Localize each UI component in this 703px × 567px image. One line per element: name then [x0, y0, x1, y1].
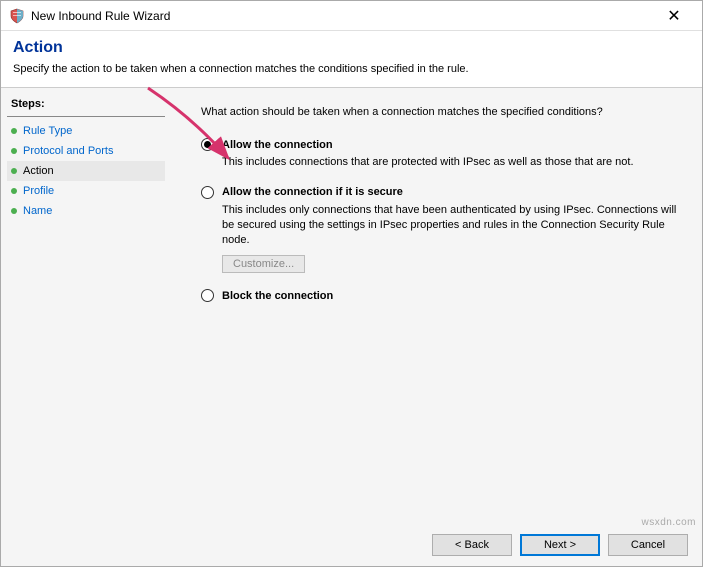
- sidebar-item-label: Profile: [23, 185, 54, 197]
- option-block-label: Block the connection: [222, 290, 333, 302]
- customize-button: Customize...: [222, 255, 305, 273]
- option-allow-secure-label: Allow the connection if it is secure: [222, 186, 403, 198]
- sidebar-item-label: Action: [23, 165, 54, 177]
- page-header: Action Specify the action to be taken wh…: [1, 31, 702, 87]
- step-bullet-icon: [11, 168, 17, 174]
- steps-heading: Steps:: [7, 96, 165, 117]
- option-allow-row[interactable]: Allow the connection: [201, 138, 680, 151]
- window-title: New Inbound Rule Wizard: [31, 9, 170, 23]
- option-allow-desc: This includes connections that are prote…: [222, 155, 680, 170]
- radio-allow[interactable]: [201, 138, 214, 151]
- watermark: wsxdn.com: [641, 517, 696, 528]
- option-block-row[interactable]: Block the connection: [201, 289, 680, 302]
- firewall-shield-icon: [9, 8, 25, 24]
- page-title: Action: [13, 39, 690, 57]
- radio-block[interactable]: [201, 289, 214, 302]
- steps-sidebar: Steps: Rule Type Protocol and Ports Acti…: [1, 88, 171, 524]
- step-bullet-icon: [11, 128, 17, 134]
- sidebar-item-name[interactable]: Name: [7, 201, 165, 221]
- sidebar-item-profile[interactable]: Profile: [7, 181, 165, 201]
- radio-allow-secure[interactable]: [201, 186, 214, 199]
- option-allow-label: Allow the connection: [222, 139, 333, 151]
- sidebar-item-label: Name: [23, 205, 52, 217]
- next-button[interactable]: Next >: [520, 534, 600, 556]
- option-allow: Allow the connection This includes conne…: [201, 138, 680, 170]
- wizard-body: Steps: Rule Type Protocol and Ports Acti…: [1, 87, 702, 524]
- sidebar-item-action[interactable]: Action: [7, 161, 165, 181]
- wizard-window: New Inbound Rule Wizard ✕ Action Specify…: [0, 0, 703, 567]
- sidebar-item-label: Rule Type: [23, 125, 72, 137]
- step-bullet-icon: [11, 188, 17, 194]
- sidebar-item-rule-type[interactable]: Rule Type: [7, 121, 165, 141]
- close-icon[interactable]: ✕: [654, 6, 694, 26]
- option-block: Block the connection: [201, 289, 680, 302]
- page-description: Specify the action to be taken when a co…: [13, 63, 690, 75]
- sidebar-item-label: Protocol and Ports: [23, 145, 114, 157]
- titlebar: New Inbound Rule Wizard ✕: [1, 1, 702, 31]
- back-button[interactable]: < Back: [432, 534, 512, 556]
- action-prompt: What action should be taken when a conne…: [201, 106, 680, 118]
- wizard-footer: < Back Next > Cancel: [1, 524, 702, 566]
- sidebar-item-protocol-and-ports[interactable]: Protocol and Ports: [7, 141, 165, 161]
- option-allow-secure: Allow the connection if it is secure Thi…: [201, 186, 680, 274]
- step-bullet-icon: [11, 208, 17, 214]
- content-panel: What action should be taken when a conne…: [171, 88, 702, 524]
- step-bullet-icon: [11, 148, 17, 154]
- cancel-button[interactable]: Cancel: [608, 534, 688, 556]
- option-allow-secure-row[interactable]: Allow the connection if it is secure: [201, 186, 680, 199]
- option-allow-secure-desc: This includes only connections that have…: [222, 203, 680, 248]
